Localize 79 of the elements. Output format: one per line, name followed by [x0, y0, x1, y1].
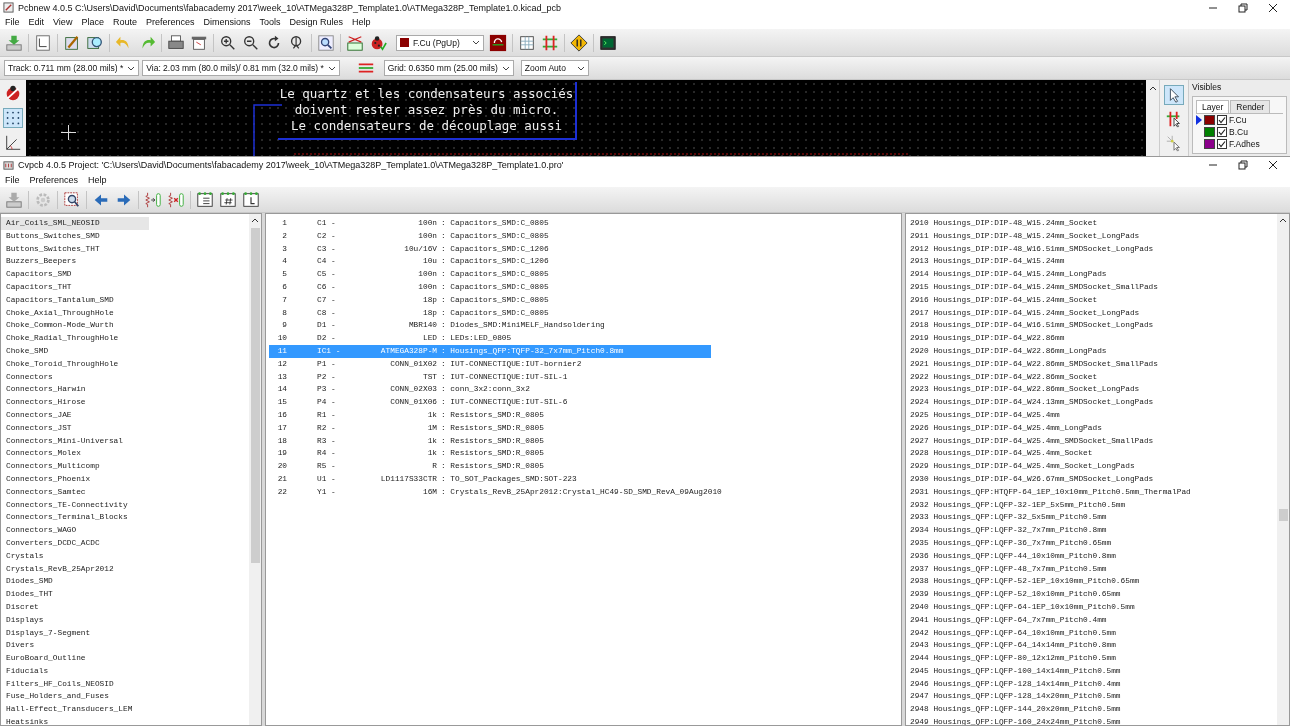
- page-axes-icon[interactable]: [34, 33, 52, 52]
- grid-icon[interactable]: [518, 33, 536, 52]
- crosshair-icon: [61, 125, 76, 140]
- board-comment-text: Le quartz et les condensateurs associés: [279, 86, 574, 102]
- search-icon[interactable]: [317, 33, 335, 52]
- no-ladybug-icon[interactable]: [4, 83, 22, 102]
- menu-item[interactable]: Design Rules: [289, 17, 344, 27]
- scrollbar-thumb[interactable]: [1278, 509, 1288, 521]
- tray-download-icon[interactable]: [5, 33, 23, 52]
- close-icon[interactable]: [1268, 2, 1278, 13]
- scroll-up-icon[interactable]: [1279, 218, 1287, 223]
- close-icon[interactable]: [1268, 160, 1278, 170]
- polar-axes-icon[interactable]: [4, 134, 22, 153]
- menu-item[interactable]: Preferences: [29, 175, 79, 185]
- app-icon: [3, 159, 14, 171]
- chip-hash-icon[interactable]: [219, 190, 237, 209]
- panel-tab[interactable]: Layer: [1196, 100, 1230, 113]
- menu-item[interactable]: Tools: [259, 17, 281, 27]
- chip-magnifier-icon[interactable]: [63, 190, 81, 209]
- layer-select[interactable]: F.Cu (PgUp): [396, 34, 484, 51]
- window-title: Pcbnew 4.0.5 C:\Users\David\Documents\fabacademy 2017\week_10\ATMega328P_Template1.0\ATMega328P_Template1.0.kicad_pcb: [18, 2, 561, 13]
- board-comment-text: Le condensateurs de découplage aussi: [291, 118, 562, 134]
- app-icon: [3, 2, 14, 13]
- crossed-pointer-icon[interactable]: [1165, 110, 1183, 128]
- scrollbar-thumb[interactable]: [250, 228, 260, 563]
- layer-pair-icon[interactable]: [489, 33, 507, 52]
- terminal-icon[interactable]: [599, 33, 617, 52]
- panel-title: Visibles: [1192, 82, 1223, 92]
- ladybug-icon[interactable]: [369, 33, 387, 52]
- caret-icon: [327, 65, 336, 71]
- restore-icon[interactable]: [1238, 2, 1248, 13]
- layer-name[interactable]: F.Cu: [1229, 115, 1247, 125]
- board-comment-text: doivent rester assez près du micro.: [294, 102, 559, 118]
- menu-item[interactable]: Place: [81, 17, 104, 27]
- menu-item[interactable]: Preferences: [145, 17, 195, 27]
- menu-item[interactable]: Edit: [28, 17, 45, 27]
- layer-checkbox[interactable]: [1217, 127, 1227, 137]
- grid-select[interactable]: Grid: 0.6350 mm (25.00 mils): [383, 60, 514, 76]
- layer-color-swatch[interactable]: [1204, 139, 1215, 149]
- warning-diamond-icon[interactable]: [570, 33, 588, 52]
- layer-color-swatch[interactable]: [1204, 115, 1215, 125]
- menu-item[interactable]: File: [5, 17, 20, 27]
- caret-icon: [472, 40, 480, 45]
- current-layer-icon: [1196, 115, 1202, 125]
- menu-item[interactable]: Help: [88, 175, 107, 185]
- menu-item[interactable]: Route: [112, 17, 137, 27]
- layer-checkbox[interactable]: [1217, 115, 1227, 125]
- menu-item[interactable]: View: [53, 17, 73, 27]
- pointer-icon[interactable]: [1165, 86, 1183, 104]
- zoom-select[interactable]: Zoom Auto: [520, 60, 589, 76]
- caret-icon: [501, 65, 510, 71]
- track-select[interactable]: Track: 0.711 mm (28.00 mils) *: [4, 60, 140, 76]
- layer-checkbox[interactable]: [1217, 139, 1227, 149]
- scroll-up-icon[interactable]: [1148, 86, 1157, 91]
- resistor-arrow-icon[interactable]: [144, 190, 162, 209]
- scroll-up-icon[interactable]: [251, 218, 259, 223]
- pencil-chip-icon[interactable]: [63, 33, 81, 52]
- resistor-cross-icon[interactable]: [167, 190, 185, 209]
- window-title: Cvpcb 4.0.5 Project: 'C:\Users\David\Documents\fabacademy 2017\week_10\ATMega328P_Template1.0\ATMega328P_Template1.0.pro': [18, 160, 564, 170]
- via-select[interactable]: Via: 2.03 mm (80.0 mils)/ 0.81 mm (32.0 mils) *: [142, 60, 340, 76]
- panel-tab[interactable]: Render: [1230, 100, 1271, 113]
- chip-letter-icon[interactable]: [242, 190, 260, 209]
- layer-name[interactable]: B.Cu: [1229, 127, 1248, 137]
- printer-icon[interactable]: [167, 33, 185, 52]
- layer-color-swatch[interactable]: [1204, 127, 1215, 137]
- menu-item[interactable]: File: [5, 175, 20, 185]
- chip-list-icon[interactable]: [196, 190, 214, 209]
- menu-item[interactable]: Help: [352, 17, 371, 27]
- layer-name[interactable]: F.Adhes: [1229, 139, 1260, 149]
- restore-icon[interactable]: [1238, 160, 1248, 170]
- dot-grid-icon[interactable]: [4, 109, 22, 127]
- caret-icon: [127, 65, 136, 71]
- zoom-out-icon[interactable]: [242, 33, 260, 52]
- caret-icon: [576, 65, 585, 71]
- star-pointer-icon[interactable]: [1165, 134, 1183, 152]
- menu-item[interactable]: Dimensions: [203, 17, 251, 27]
- zoom-in-icon[interactable]: [219, 33, 237, 52]
- crossed-grid-icon[interactable]: [541, 33, 559, 52]
- board-trace: [253, 104, 283, 156]
